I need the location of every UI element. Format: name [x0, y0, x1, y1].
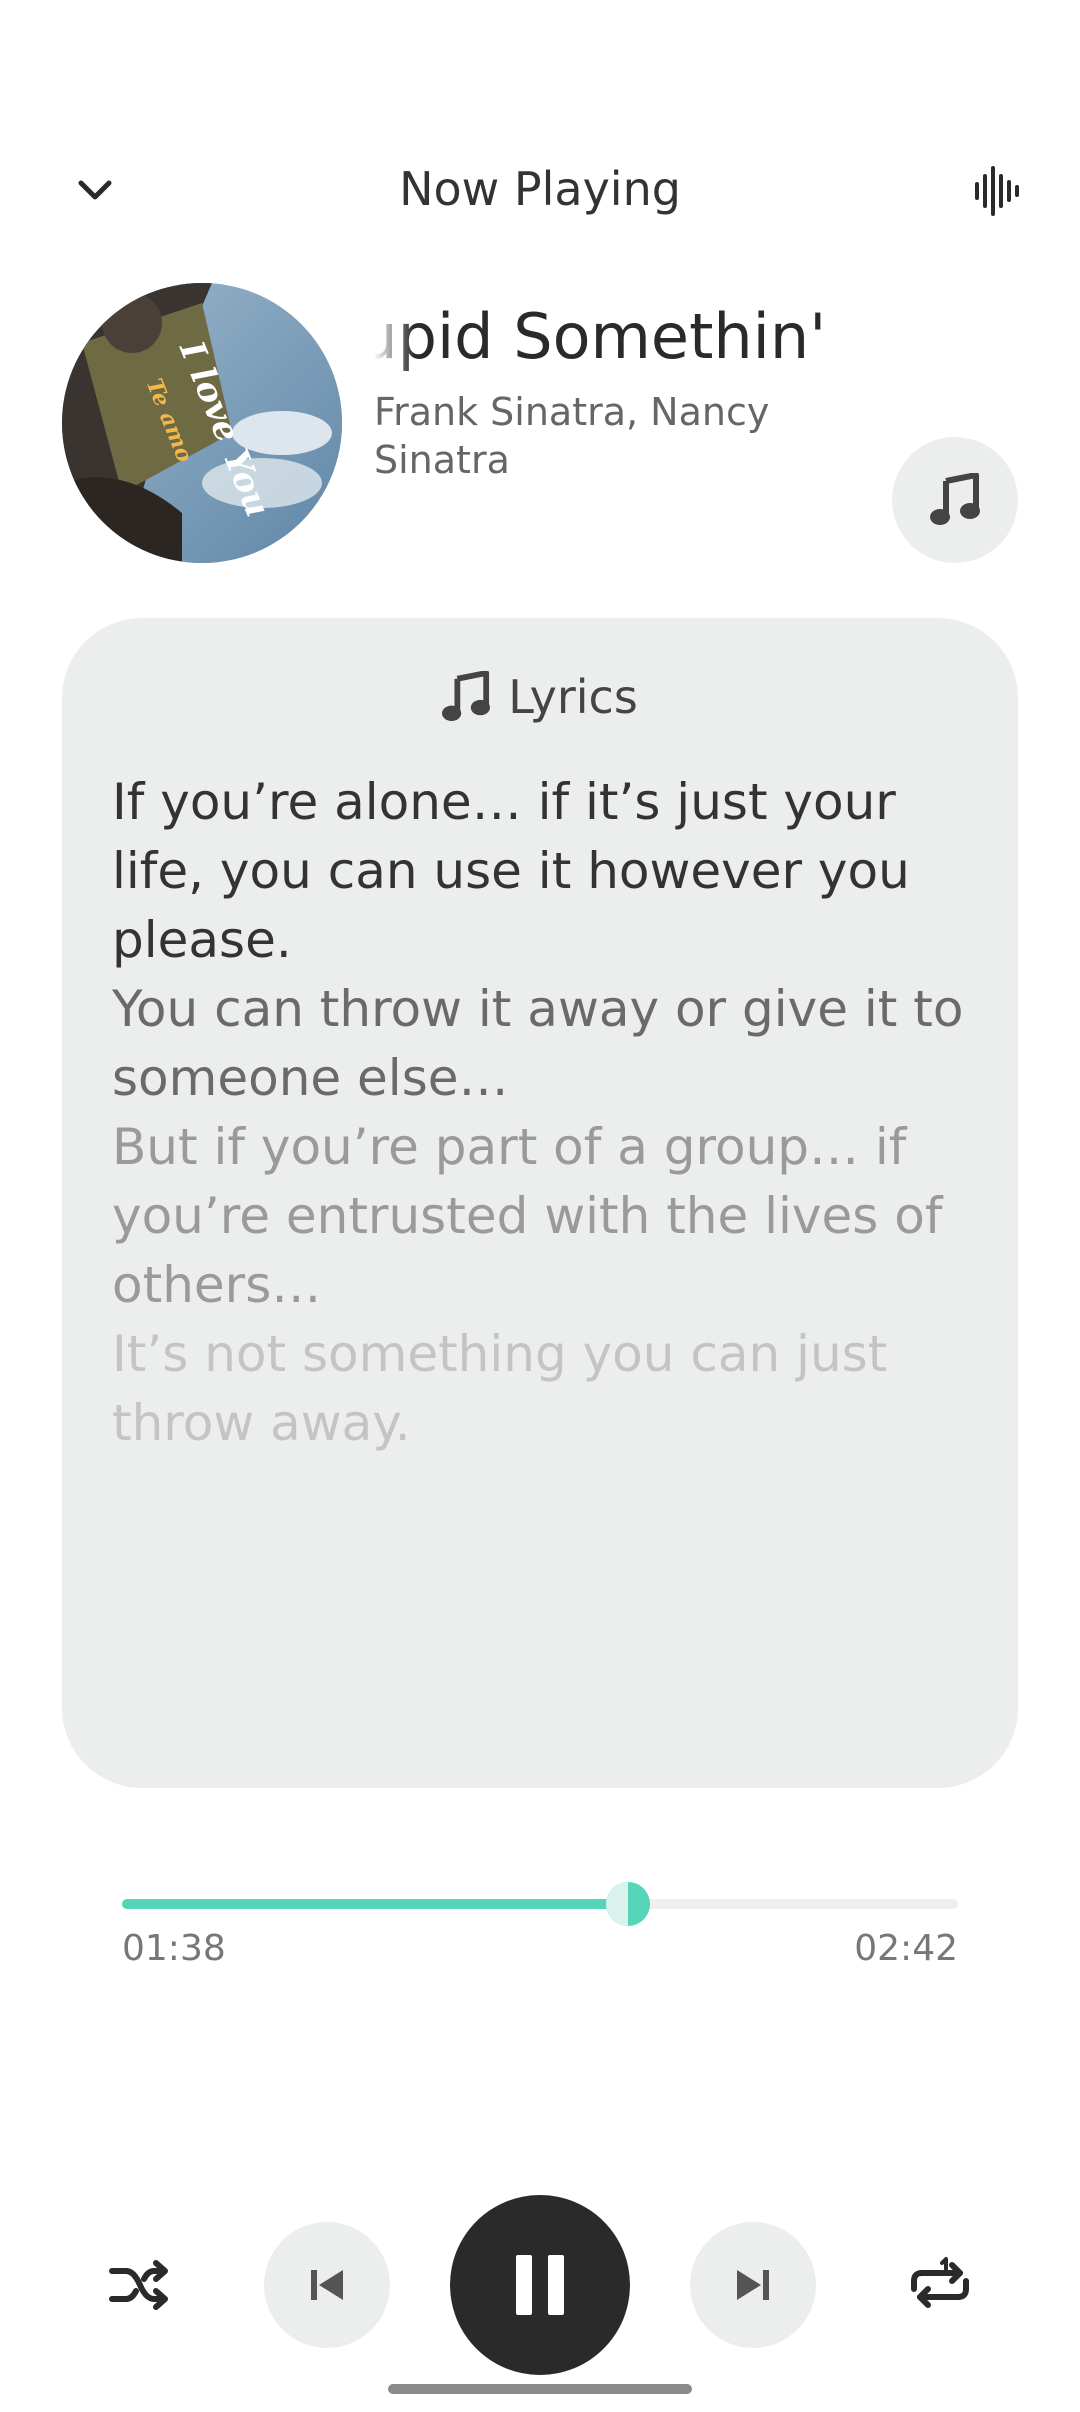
song-title: tupid Somethin' [374, 300, 894, 380]
shuffle-icon [109, 2260, 168, 2310]
music-note-icon [442, 671, 491, 721]
page-title: Now Playing [399, 162, 681, 216]
seek-bar-fill [122, 1899, 628, 1909]
total-time: 02:42 [854, 1928, 958, 1969]
music-note-icon [930, 473, 980, 525]
artist-name: Frank Sinatra, Nancy Sinatra [374, 390, 770, 482]
playback-controls [0, 2195, 1080, 2375]
lyric-line-current[interactable]: If you’re alone… if it’s just your life,… [112, 768, 992, 975]
album-art-image: I love You Te amo [62, 283, 342, 563]
seek-bar-thumb[interactable] [605, 1882, 650, 1926]
shuffle-button[interactable] [100, 2245, 180, 2325]
pause-button[interactable] [450, 2195, 630, 2375]
skip-previous-icon [311, 2270, 343, 2300]
lyrics-toggle-button[interactable] [892, 437, 1018, 563]
lyrics-header: Lyrics [62, 670, 1018, 724]
audio-waveform-icon [975, 166, 1019, 216]
home-indicator[interactable] [388, 2384, 692, 2394]
album-art[interactable]: I love You Te amo [62, 283, 342, 563]
lyrics-label: Lyrics [508, 670, 638, 724]
repeat-one-icon [911, 2257, 969, 2308]
pause-icon [516, 2255, 564, 2315]
next-button[interactable] [690, 2222, 816, 2348]
header: Now Playing [0, 140, 1080, 240]
repeat-button[interactable] [900, 2245, 980, 2325]
lyrics-lines: If you’re alone… if it’s just your life,… [112, 768, 992, 1458]
song-title-text: tupid Somethin' [374, 300, 827, 373]
previous-button[interactable] [264, 2222, 390, 2348]
skip-next-icon [737, 2270, 769, 2300]
lyric-line[interactable]: It’s not something you can just throw aw… [112, 1320, 992, 1458]
lyric-line[interactable]: You can throw it away or give it to some… [112, 975, 992, 1113]
lyrics-card[interactable]: Lyrics If you’re alone… if it’s just you… [62, 618, 1018, 1788]
seek-bar[interactable] [122, 1882, 958, 1926]
lyric-line[interactable]: But if you’re part of a group… if you’re… [112, 1113, 992, 1320]
visualizer-button[interactable] [962, 156, 1032, 226]
current-time: 01:38 [122, 1928, 226, 1969]
